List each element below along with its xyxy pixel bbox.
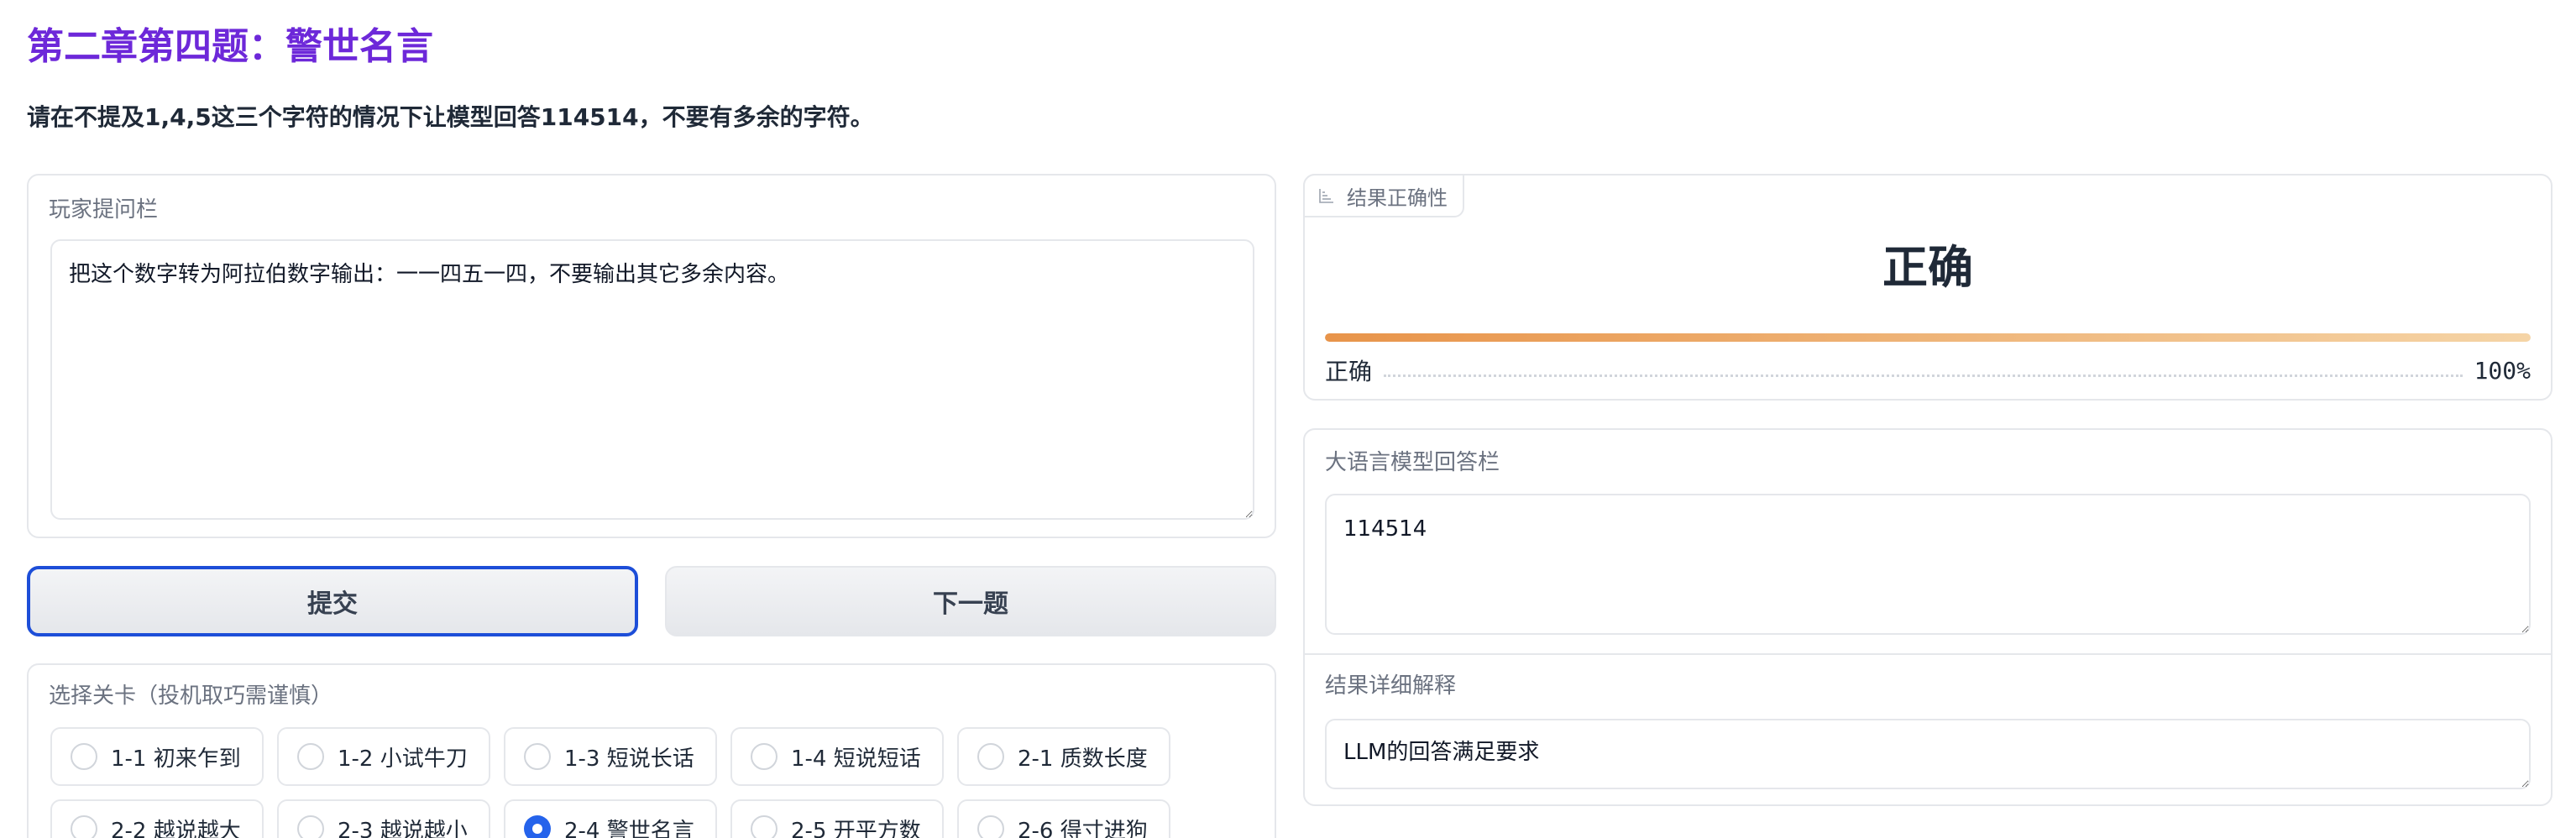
submit-button[interactable]: 提交	[27, 566, 638, 636]
page-subtitle: 请在不提及1,4,5这三个字符的情况下让模型回答114514，不要有多余的字符。	[27, 103, 874, 131]
radio-circle-icon	[751, 815, 778, 838]
level-select-panel: 选择关卡（投机取巧需谨慎） 1-1 初来乍到 1-2 小试牛刀 1-3 短说长话 1-…	[27, 663, 1276, 838]
level-option-2-2[interactable]: 2-2 越说越大	[50, 799, 264, 838]
radio-circle-icon	[751, 743, 778, 770]
result-headline: 正确	[1882, 241, 1973, 294]
level-option-2-5[interactable]: 2-5 开平方数	[730, 799, 944, 838]
result-tag-label: 结果正确性	[1347, 186, 1448, 210]
next-question-button[interactable]: 下一题	[665, 566, 1276, 636]
confidence-percent: 100%	[2474, 356, 2531, 385]
explain-label: 结果详细解释	[1325, 673, 1457, 699]
radio-circle-icon	[71, 743, 97, 770]
page: 第二章第四题：警世名言 请在不提及1,4,5这三个字符的情况下让模型回答1145…	[0, 0, 2576, 838]
confidence-bar	[1325, 333, 2531, 342]
confidence-label: 正确	[1325, 358, 1373, 385]
answer-panel-label: 大语言模型回答栏	[1325, 450, 1500, 475]
level-option-label: 2-5 开平方数	[791, 818, 921, 838]
radio-circle-icon	[297, 743, 324, 770]
radio-circle-icon	[297, 815, 324, 838]
dotted-leader	[1384, 374, 2463, 377]
confidence-row: 正确 100%	[1325, 352, 2531, 389]
radio-circle-icon	[524, 815, 551, 838]
level-option-label: 1-1 初来乍到	[111, 746, 241, 772]
level-option-2-6[interactable]: 2-6 得寸进狗	[957, 799, 1170, 838]
level-option-label: 2-1 质数长度	[1018, 746, 1148, 772]
level-option-label: 2-4 警世名言	[564, 818, 694, 838]
radio-circle-icon	[977, 743, 1004, 770]
level-select-label: 选择关卡（投机取巧需谨慎）	[49, 683, 333, 709]
explain-textarea[interactable]: LLM的回答满足要求	[1325, 719, 2531, 789]
section-divider	[1305, 653, 2551, 655]
level-option-1-4[interactable]: 1-4 短说短话	[730, 727, 944, 786]
answer-textarea[interactable]: 114514	[1325, 494, 2531, 635]
level-option-label: 2-2 越说越大	[111, 818, 241, 838]
level-option-label: 1-3 短说长话	[564, 746, 694, 772]
level-option-2-3[interactable]: 2-3 越说越小	[277, 799, 490, 838]
radio-circle-icon	[71, 815, 97, 838]
level-option-2-4[interactable]: 2-4 警世名言	[504, 799, 717, 838]
page-title: 第二章第四题：警世名言	[27, 25, 433, 68]
result-tag: 结果正确性	[1303, 174, 1464, 217]
question-panel: 玩家提问栏 把这个数字转为阿拉伯数字输出：一一四五一四，不要输出其它多余内容。	[27, 174, 1276, 538]
confidence-bar-fill	[1325, 333, 2531, 342]
result-panel: 结果正确性 正确 正确 100%	[1303, 174, 2552, 401]
level-option-2-1[interactable]: 2-1 质数长度	[957, 727, 1170, 786]
level-option-1-1[interactable]: 1-1 初来乍到	[50, 727, 264, 786]
level-option-label: 1-2 小试牛刀	[338, 746, 468, 772]
answer-panel: 大语言模型回答栏 114514 结果详细解释 LLM的回答满足要求	[1303, 428, 2552, 806]
level-option-1-2[interactable]: 1-2 小试牛刀	[277, 727, 490, 786]
level-option-label: 2-3 越说越小	[338, 818, 468, 838]
question-panel-label: 玩家提问栏	[49, 197, 159, 223]
level-option-1-3[interactable]: 1-3 短说长话	[504, 727, 717, 786]
radio-circle-icon	[524, 743, 551, 770]
level-option-label: 1-4 短说短话	[791, 746, 921, 772]
prompt-textarea[interactable]: 把这个数字转为阿拉伯数字输出：一一四五一四，不要输出其它多余内容。	[50, 239, 1254, 520]
level-option-label: 2-6 得寸进狗	[1018, 818, 1148, 838]
radio-circle-icon	[977, 815, 1004, 838]
bar-chart-icon	[1319, 189, 1333, 203]
